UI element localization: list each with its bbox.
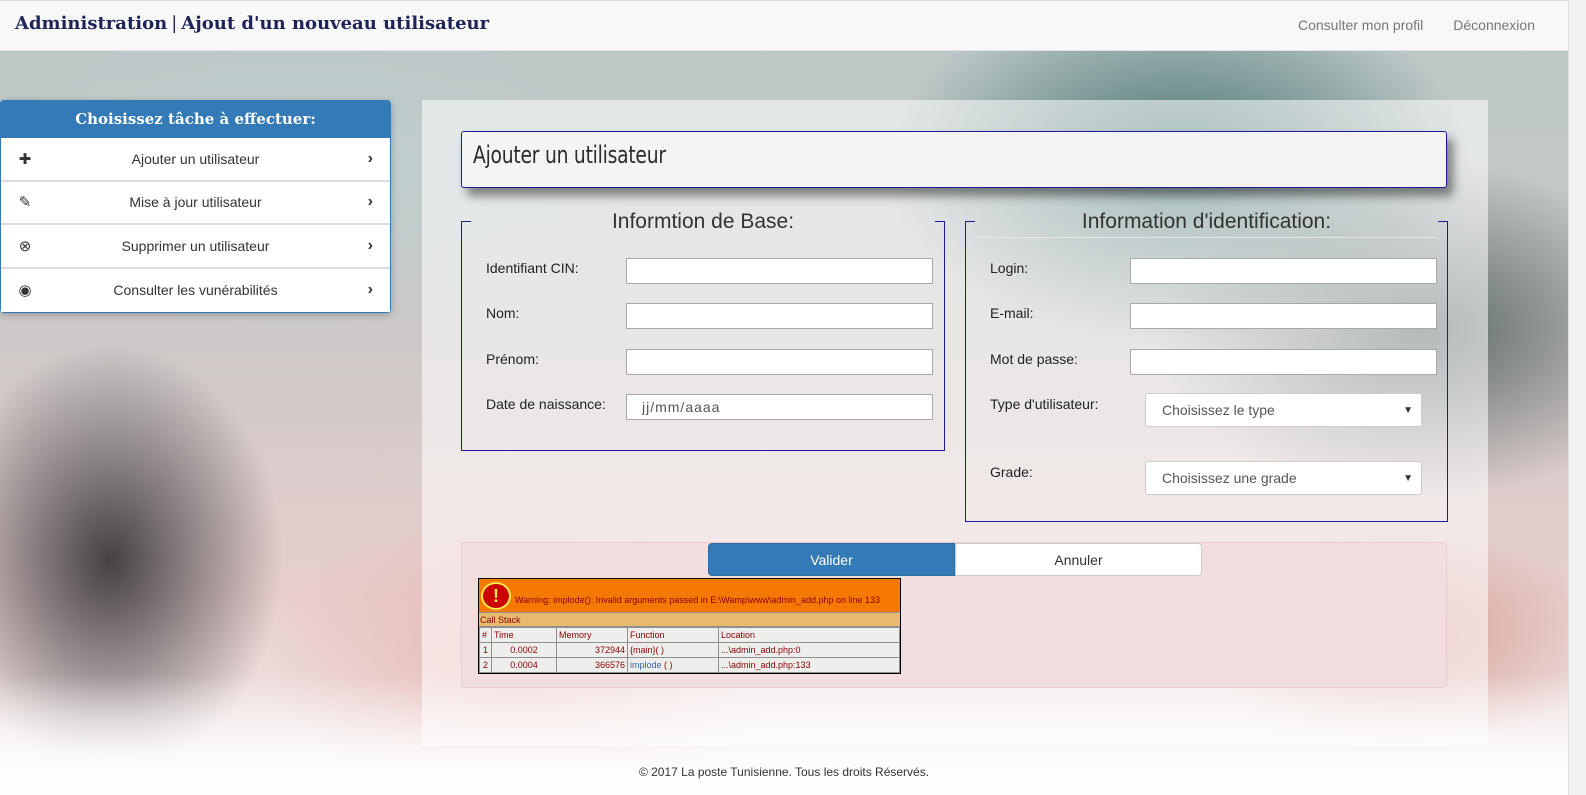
sidebar-item-delete-user[interactable]: ⊗ Supprimer un utilisateur › <box>1 225 390 269</box>
chevron-right-icon: › <box>367 281 373 299</box>
sidebar-item-label: Ajouter un utilisateur <box>131 150 260 167</box>
chevron-right-icon: › <box>367 236 373 254</box>
chevron-right-icon: › <box>367 149 373 167</box>
sidebar-item-update-user[interactable]: ✎ Mise à jour utilisateur › <box>1 181 390 225</box>
warning-message: Warning: implode(): Invalid arguments pa… <box>515 595 881 605</box>
grade-select[interactable]: Choisissez une grade ▼ <box>1145 461 1422 495</box>
cin-label: Identifiant CIN: <box>486 260 579 276</box>
page-title-box: Ajouter un utilisateur <box>461 131 1447 188</box>
vertical-scrollbar[interactable] <box>1568 0 1586 795</box>
user-type-selected: Choisissez le type <box>1162 402 1275 418</box>
email-label: E-mail: <box>990 305 1034 321</box>
login-input[interactable] <box>1130 258 1437 284</box>
brand-subtitle: Ajout d'un nouveau utilisateur <box>181 13 490 34</box>
eye-icon: ◉ <box>18 282 32 300</box>
warning-icon: ! <box>481 582 511 610</box>
sidebar-title: Choisissez tâche à effectuer: <box>1 101 390 138</box>
ident-info-legend: Information d'identification: <box>1081 210 1332 233</box>
sidebar-item-label: Consulter les vunérabilités <box>113 282 278 299</box>
remove-circle-icon: ⊗ <box>18 237 32 255</box>
user-type-select[interactable]: Choisissez le type ▼ <box>1145 393 1422 427</box>
col-header: # <box>479 627 492 643</box>
birthdate-row: Date de naissance: <box>486 394 934 420</box>
brand-main: Administration <box>15 13 168 34</box>
col-header: Memory <box>556 627 628 643</box>
nom-row: Nom: <box>486 303 934 329</box>
table-header-row: # Time Memory Function Location <box>479 627 900 643</box>
email-row: E-mail: <box>990 303 1437 329</box>
cell-index: 1 <box>479 642 492 658</box>
submit-button[interactable]: Valider <box>708 543 955 576</box>
cell-time: 0.0004 <box>491 657 557 673</box>
cell-location: ...\admin_add.php:0 <box>718 642 900 658</box>
chevron-right-icon: › <box>367 193 373 211</box>
password-row: Mot de passe: <box>990 349 1437 375</box>
prenom-label: Prénom: <box>486 351 539 367</box>
main-panel: Ajouter un utilisateur Informtion de Bas… <box>422 100 1488 746</box>
login-row: Login: <box>990 258 1437 284</box>
sidebar-item-add-user[interactable]: ✚ Ajouter un utilisateur › <box>1 138 390 182</box>
nav-links: Consulter mon profil Déconnexion <box>1298 17 1535 33</box>
cell-location: ...\admin_add.php:133 <box>718 657 900 673</box>
login-label: Login: <box>990 260 1029 276</box>
user-type-label: Type d'utilisateur: <box>990 396 1099 412</box>
xdebug-warning-row: ! Warning: implode(): Invalid arguments … <box>479 579 900 613</box>
plus-icon: ✚ <box>18 150 32 168</box>
action-alert-box: Valider Annuler ! Warning: implode(): In… <box>461 542 1447 688</box>
password-input[interactable] <box>1130 349 1437 375</box>
top-navbar: Administration | Ajout d'un nouveau utilis… <box>0 0 1568 51</box>
cell-function: {main}( ) <box>627 642 719 658</box>
brand-separator: | <box>171 13 178 34</box>
nom-input[interactable] <box>626 303 933 329</box>
pencil-icon: ✎ <box>18 194 32 212</box>
birthdate-input[interactable] <box>626 394 933 420</box>
prenom-row: Prénom: <box>486 349 934 375</box>
sidebar-menu: Choisissez tâche à effectuer: ✚ Ajouter … <box>0 100 391 313</box>
cell-function: implode ( ) <box>627 657 719 673</box>
xdebug-error-table: ! Warning: implode(): Invalid arguments … <box>478 578 901 674</box>
table-row: 1 0.0002 372944 {main}( ) ...\admin_add.… <box>479 642 900 658</box>
cancel-button[interactable]: Annuler <box>955 543 1202 576</box>
footer-copyright: © 2017 La poste Tunisienne. Tous les dro… <box>638 765 930 779</box>
cell-index: 2 <box>479 657 492 673</box>
grade-selected: Choisissez une grade <box>1162 470 1297 486</box>
page-title: Ajouter un utilisateur <box>473 141 666 169</box>
nom-label: Nom: <box>486 305 520 321</box>
sidebar-item-label: Mise à jour utilisateur <box>129 194 262 211</box>
col-header: Time <box>491 627 557 643</box>
base-info-fieldset: Informtion de Base: Identifiant CIN: Nom… <box>461 210 945 451</box>
ident-info-fieldset: Information d'identification: Login: E-m… <box>965 210 1448 522</box>
profile-link[interactable]: Consulter mon profil <box>1298 17 1423 33</box>
col-header: Function <box>627 627 719 643</box>
function-link[interactable]: implode <box>630 660 662 670</box>
grade-label: Grade: <box>990 464 1033 480</box>
logout-link[interactable]: Déconnexion <box>1453 17 1535 33</box>
base-info-legend: Informtion de Base: <box>611 210 795 233</box>
sidebar-item-vulnerabilities[interactable]: ◉ Consulter les vunérabilités › <box>1 268 390 312</box>
sidebar-item-label: Supprimer un utilisateur <box>121 237 270 254</box>
cell-memory: 372944 <box>556 642 628 658</box>
cin-row: Identifiant CIN: <box>486 258 934 284</box>
cell-memory: 366576 <box>556 657 628 673</box>
callstack-table: # Time Memory Function Location 1 0.0002… <box>479 627 900 673</box>
col-header: Location <box>718 627 900 643</box>
cell-time: 0.0002 <box>491 642 557 658</box>
prenom-input[interactable] <box>626 349 933 375</box>
email-input[interactable] <box>1130 303 1437 329</box>
brand[interactable]: Administration | Ajout d'un nouveau utilis… <box>15 13 489 34</box>
birthdate-label: Date de naissance: <box>486 396 606 412</box>
password-label: Mot de passe: <box>990 351 1078 367</box>
function-args: ( ) <box>661 660 673 670</box>
grade-row: Grade: Choisissez une grade ▼ <box>990 461 1437 495</box>
caret-down-icon: ▼ <box>1403 404 1413 416</box>
callstack-title: Call Stack <box>479 613 900 627</box>
caret-down-icon: ▼ <box>1403 472 1413 484</box>
cin-input[interactable] <box>626 258 933 284</box>
table-row: 2 0.0004 366576 implode ( ) ...\admin_ad… <box>479 657 900 673</box>
user-type-row: Type d'utilisateur: Choisissez le type ▼ <box>990 393 1437 427</box>
